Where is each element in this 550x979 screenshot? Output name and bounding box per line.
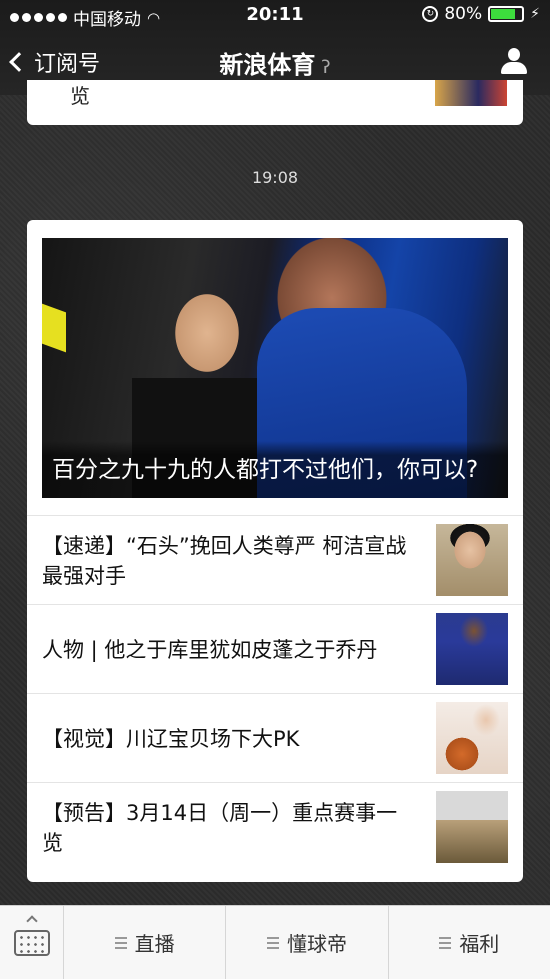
list-item-title: 【视觉】川辽宝贝场下大PK bbox=[42, 726, 300, 751]
list-item-thumbnail bbox=[436, 791, 508, 863]
page-title-text: 新浪体育 bbox=[219, 51, 316, 79]
keyboard-toggle-button[interactable] bbox=[0, 906, 64, 979]
menu-tab-live[interactable]: 直播 bbox=[64, 906, 227, 979]
hero-caption: 百分之九十九的人都打不过他们，你可以? bbox=[42, 441, 508, 498]
list-item-title: 【预告】3月14日（周一）重点赛事一览 bbox=[42, 800, 398, 855]
battery-icon bbox=[488, 6, 525, 22]
list-item-title: 人物 | 他之于库里犹如皮蓬之于乔丹 bbox=[42, 637, 378, 662]
menu-icon bbox=[266, 936, 279, 949]
menu-tab-welfare[interactable]: 福利 bbox=[389, 906, 550, 979]
list-item[interactable]: 人物 | 他之于库里犹如皮蓬之于乔丹 bbox=[27, 604, 523, 693]
rotation-lock-icon: ↻ bbox=[422, 6, 439, 22]
hero-image-flag bbox=[42, 303, 66, 353]
list-item[interactable]: 【视觉】川辽宝贝场下大PK bbox=[27, 693, 523, 782]
ear-icon: ʔ bbox=[321, 57, 331, 78]
profile-button[interactable] bbox=[500, 48, 528, 76]
list-item[interactable]: 【预告】3月14日（周一）重点赛事一览 bbox=[27, 782, 523, 871]
list-item-title: 【速递】“石头”挽回人类尊严 柯洁宣战最强对手 bbox=[42, 533, 407, 588]
bottom-toolbar: 直播 懂球帝 福利 bbox=[0, 905, 550, 979]
list-item-thumbnail bbox=[436, 613, 508, 685]
person-icon bbox=[508, 48, 520, 61]
keyboard-icon bbox=[14, 930, 50, 956]
menu-icon bbox=[439, 936, 452, 949]
menu-icon bbox=[114, 936, 127, 949]
previous-card-thumbnail bbox=[435, 80, 507, 106]
page-title: 新浪体育 ʔ bbox=[0, 45, 550, 80]
chevron-up-icon bbox=[26, 915, 38, 927]
list-item[interactable]: 【速递】“石头”挽回人类尊严 柯洁宣战最强对手 bbox=[27, 515, 523, 604]
previous-card-text: 览 bbox=[70, 84, 90, 108]
status-bar: 中国移动 ◠ 20:11 ↻ 80% ⚡ bbox=[0, 0, 550, 32]
article-card: 百分之九十九的人都打不过他们，你可以? 【速递】“石头”挽回人类尊严 柯洁宣战最… bbox=[27, 220, 523, 882]
battery-percent: 80% bbox=[444, 4, 483, 24]
previous-article-card[interactable]: 览 bbox=[27, 80, 523, 125]
list-item-thumbnail bbox=[436, 524, 508, 596]
menu-tab-label: 直播 bbox=[134, 932, 175, 956]
list-item-thumbnail bbox=[436, 702, 508, 774]
menu-tab-label: 懂球帝 bbox=[286, 932, 347, 956]
menu-tab-label: 福利 bbox=[459, 932, 500, 956]
message-timestamp: 19:08 bbox=[251, 168, 299, 187]
menu-tab-dongqiudi[interactable]: 懂球帝 bbox=[226, 906, 389, 979]
charging-icon: ⚡ bbox=[530, 6, 540, 22]
hero-article[interactable]: 百分之九十九的人都打不过他们，你可以? bbox=[42, 238, 508, 498]
